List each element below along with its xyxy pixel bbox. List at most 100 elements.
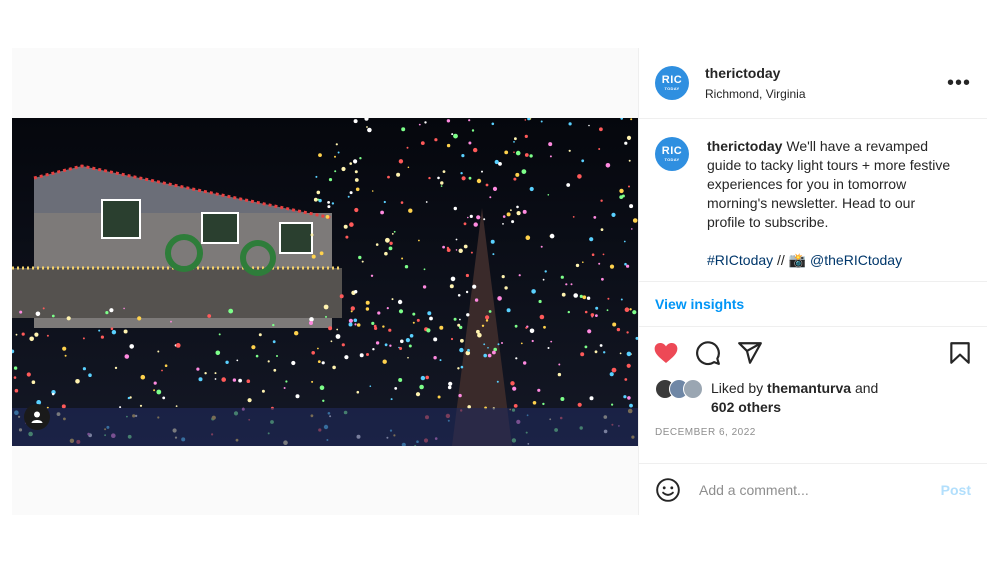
light-dot xyxy=(355,187,360,192)
light-dot xyxy=(626,135,632,140)
location-link[interactable]: Richmond, Virginia xyxy=(705,87,947,101)
light-dot xyxy=(42,307,45,310)
username-link[interactable]: therictoday xyxy=(705,65,947,81)
light-dot xyxy=(515,172,520,177)
light-dot xyxy=(31,380,36,385)
comment-input[interactable] xyxy=(697,480,941,499)
light-dot xyxy=(123,307,125,310)
light-dot xyxy=(565,283,568,286)
post-comment-button[interactable]: Post xyxy=(941,482,971,498)
light-dot xyxy=(415,392,421,397)
light-dot xyxy=(161,369,163,372)
light-dot xyxy=(365,300,370,305)
light-dot xyxy=(466,313,470,317)
light-dot xyxy=(261,389,265,393)
light-dot xyxy=(459,347,464,353)
light-dot xyxy=(311,380,314,383)
light-dot xyxy=(236,359,239,362)
light-dot xyxy=(549,155,552,158)
light-dot xyxy=(317,360,321,363)
light-dot xyxy=(294,331,299,336)
light-dot xyxy=(531,339,534,343)
avatar-subtext: TODAY xyxy=(664,157,680,162)
light-dot xyxy=(319,385,325,391)
light-dot xyxy=(251,345,256,350)
light-dot xyxy=(586,296,591,300)
avatar[interactable]: RIC TODAY xyxy=(655,66,689,100)
light-dot xyxy=(609,372,614,377)
light-dot xyxy=(325,215,330,219)
light-dot xyxy=(510,381,515,386)
paper-plane-icon[interactable] xyxy=(737,340,763,366)
likes-others-link[interactable]: 602 others xyxy=(711,399,781,415)
likes-text: Liked by themanturva and 602 others xyxy=(711,379,878,417)
light-dot xyxy=(356,323,361,327)
light-dot xyxy=(353,119,358,124)
light-dot xyxy=(156,389,162,395)
light-dot xyxy=(317,198,320,201)
light-dot xyxy=(548,142,553,147)
liker-username-link[interactable]: themanturva xyxy=(767,380,851,396)
light-dot xyxy=(626,331,629,334)
bookmark-icon[interactable] xyxy=(947,340,973,366)
light-dot xyxy=(309,321,313,325)
light-dot xyxy=(330,340,333,343)
light-dot xyxy=(502,215,506,218)
light-dot xyxy=(406,146,409,149)
light-dot xyxy=(375,341,380,345)
light-dot xyxy=(631,228,633,230)
light-dot xyxy=(492,186,498,191)
caption-username-link[interactable]: therictoday xyxy=(707,138,782,154)
light-dot xyxy=(473,147,478,153)
light-dot xyxy=(589,237,594,242)
light-dot xyxy=(609,264,615,269)
light-dot xyxy=(525,326,528,329)
light-dot xyxy=(521,169,527,174)
light-dot xyxy=(453,317,457,321)
hashtag-link[interactable]: #RICtoday xyxy=(707,252,773,268)
light-dot xyxy=(373,324,377,328)
light-dot xyxy=(88,373,92,377)
light-dot xyxy=(485,183,489,187)
light-dot xyxy=(291,360,296,366)
likes-summary: Liked by themanturva and 602 others xyxy=(639,379,987,417)
light-dot xyxy=(422,285,427,289)
light-dot xyxy=(491,122,495,126)
light-dot xyxy=(366,353,369,356)
light-dot xyxy=(153,389,156,392)
light-dot xyxy=(461,154,465,158)
light-dot xyxy=(501,342,503,344)
light-dot xyxy=(532,401,537,405)
post-photo[interactable] xyxy=(12,118,638,446)
light-dot xyxy=(347,195,350,198)
caption-avatar[interactable]: RIC TODAY xyxy=(655,137,689,171)
light-dot xyxy=(616,327,621,332)
user-tag-icon[interactable] xyxy=(24,404,50,430)
light-dot xyxy=(590,313,595,317)
light-dot xyxy=(501,275,505,279)
light-dot xyxy=(506,212,511,217)
liker-avatars[interactable] xyxy=(655,379,711,399)
light-dot xyxy=(26,372,31,377)
light-dot xyxy=(29,336,34,342)
light-dot xyxy=(313,197,318,202)
light-dot xyxy=(607,297,610,300)
light-dot xyxy=(389,344,392,347)
light-dot xyxy=(418,123,421,126)
light-dot xyxy=(348,322,353,327)
light-dot xyxy=(605,163,611,168)
emoji-icon[interactable] xyxy=(655,477,681,503)
light-dot xyxy=(520,342,523,345)
light-dot xyxy=(371,321,375,325)
light-dot xyxy=(397,299,403,305)
more-options-icon[interactable]: ••• xyxy=(947,72,971,95)
light-dot xyxy=(371,190,374,192)
light-dot xyxy=(572,216,575,218)
liked-by-label: Liked by xyxy=(711,380,768,396)
comment-icon[interactable] xyxy=(695,340,721,366)
light-dot xyxy=(409,334,414,338)
light-dot xyxy=(34,332,39,337)
mention-link[interactable]: @theRICtoday xyxy=(810,252,902,268)
view-insights-link[interactable]: View insights xyxy=(639,282,987,327)
heart-icon[interactable] xyxy=(653,340,679,366)
